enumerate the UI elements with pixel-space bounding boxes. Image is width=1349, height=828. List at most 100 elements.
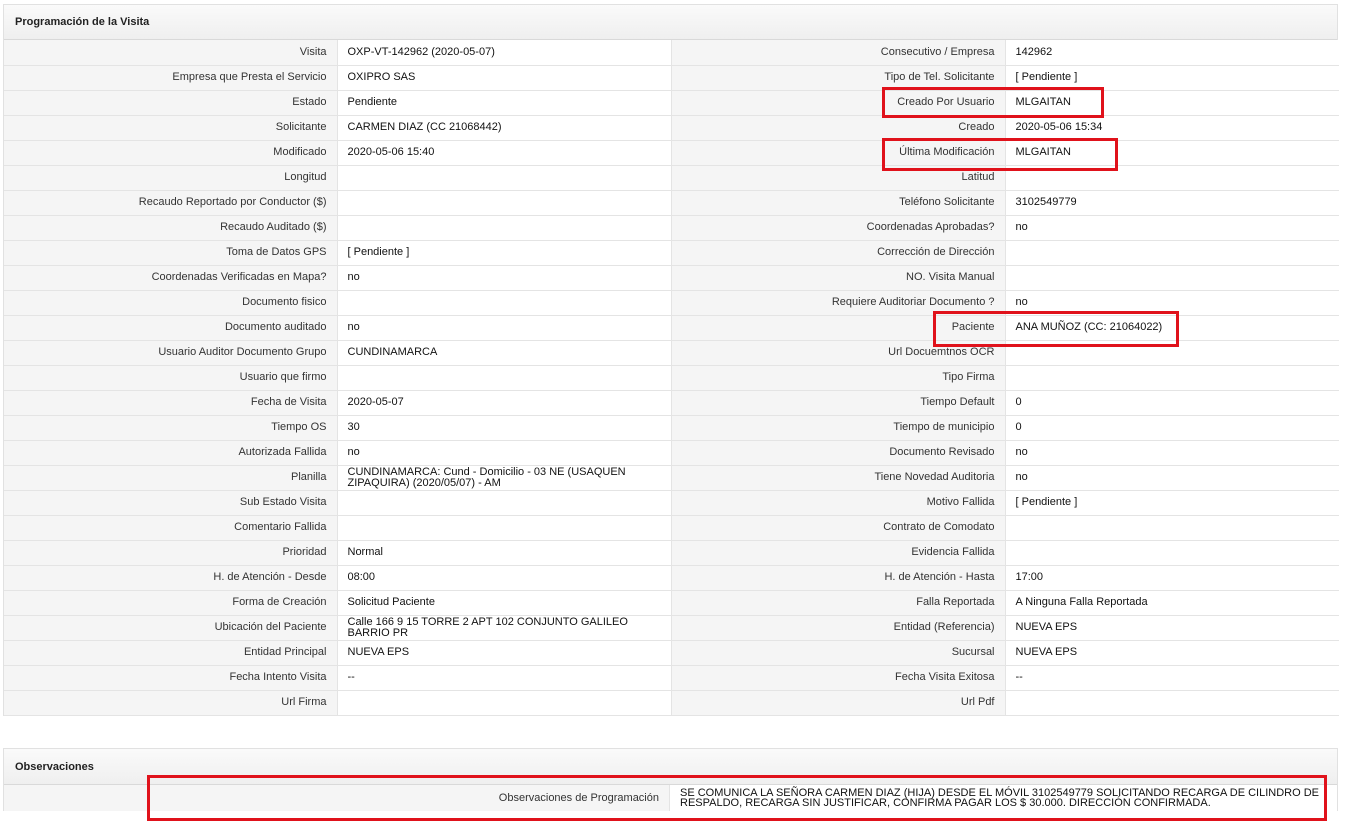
field-label: Tiempo de municipio (671, 415, 1006, 441)
field-label: Comentario Fallida (4, 515, 338, 541)
field-label: Usuario que firmo (4, 365, 338, 391)
field-value (337, 515, 672, 541)
field-label: Solicitante (4, 115, 338, 141)
field-value: Pendiente (337, 90, 672, 116)
field-value: 2020-05-07 (337, 390, 672, 416)
field-label: Recaudo Auditado ($) (4, 215, 338, 241)
field-label: Longitud (4, 165, 338, 191)
programacion-visita-panel: Programación de la Visita Visita OXP-VT-1… (3, 4, 1339, 716)
field-value (337, 165, 672, 191)
field-label: Tiene Novedad Auditoria (671, 465, 1006, 491)
table-row: Fecha de Visita 2020-05-07 Tiempo Default… (4, 390, 1339, 416)
field-value: NUEVA EPS (337, 640, 672, 666)
field-value (337, 190, 672, 216)
field-label: Entidad Principal (4, 640, 338, 666)
field-label: Url Docuemtnos OCR (671, 340, 1006, 366)
field-value: 30 (337, 415, 672, 441)
table-row: Fecha Intento Visita -- Fecha Visita Exit… (4, 665, 1339, 691)
field-value: 142962 (1005, 40, 1339, 66)
table-row: Recaudo Auditado ($) Coordenadas Aprobada… (4, 215, 1339, 241)
field-label: Url Pdf (671, 690, 1006, 716)
table-row: Comentario Fallida Contrato de Comodato (4, 515, 1339, 541)
field-label: Paciente (671, 315, 1006, 341)
field-value: [ Pendiente ] (1005, 65, 1339, 91)
field-label: Tiempo OS (4, 415, 338, 441)
table-row: Autorizada Fallida no Documento Revisado … (4, 440, 1339, 466)
table-row: Toma de Datos GPS[ Pendiente ] Corrección… (4, 240, 1339, 266)
table-row: Recaudo Reportado por Conductor ($) Teléf… (4, 190, 1339, 216)
field-value: Calle 166 9 15 TORRE 2 APT 102 CONJUNTO … (337, 615, 672, 641)
table-row: Tiempo OS 30 Tiempo de municipio 0 (4, 415, 1339, 441)
field-label: Falla Reportada (671, 590, 1006, 616)
field-label: Ubicación del Paciente (4, 615, 338, 641)
field-value: 3102549779 (1005, 190, 1339, 216)
field-label: Planilla (4, 465, 338, 491)
field-value: NUEVA EPS (1005, 615, 1339, 641)
field-label: Documento fisico (4, 290, 338, 316)
field-label: Teléfono Solicitante (671, 190, 1006, 216)
field-value: 0 (1005, 415, 1339, 441)
field-label: Empresa que Presta el Servicio (4, 65, 338, 91)
field-label: NO. Visita Manual (671, 265, 1006, 291)
observaciones-row: Observaciones de Programación SE COMUNIC… (4, 785, 1337, 811)
observaciones-label: Observaciones de Programación (4, 785, 670, 811)
field-value: OXP-VT-142962 (2020-05-07) (337, 40, 672, 66)
field-value: MLGAITAN (1005, 90, 1339, 116)
field-label: H. de Atención - Desde (4, 565, 338, 591)
observaciones-panel: Observaciones Observaciones de Programac… (3, 748, 1338, 811)
table-row: Url Firma Url Pdf (4, 690, 1339, 716)
field-label: Coordenadas Aprobadas? (671, 215, 1006, 241)
table-row: Documento fisico Requiere Auditoriar Docu… (4, 290, 1339, 316)
table-row: Solicitante CARMEN DIAZ (CC 21068442) Crea… (4, 115, 1339, 141)
field-value: 2020-05-06 15:34 (1005, 115, 1339, 141)
field-value (337, 215, 672, 241)
field-value: 0 (1005, 390, 1339, 416)
field-value: -- (1005, 665, 1339, 691)
field-label: Autorizada Fallida (4, 440, 338, 466)
field-label: Estado (4, 90, 338, 116)
field-value: -- (337, 665, 672, 691)
field-value (1005, 690, 1339, 716)
observaciones-value: SE COMUNICA LA SEÑORA CARMEN DIAZ (HIJA)… (669, 785, 1337, 811)
field-label: Última Modificación (671, 140, 1006, 166)
field-value: A Ninguna Falla Reportada (1005, 590, 1339, 616)
field-value: no (1005, 465, 1339, 491)
field-value (1005, 165, 1339, 191)
field-value (1005, 240, 1339, 266)
field-label: Usuario Auditor Documento Grupo (4, 340, 338, 366)
field-label: Tipo de Tel. Solicitante (671, 65, 1006, 91)
field-value (337, 290, 672, 316)
field-value: no (337, 315, 672, 341)
table-row: Ubicación del Paciente Calle 166 9 15 TOR… (4, 615, 1339, 641)
field-value: OXIPRO SAS (337, 65, 672, 91)
section-title-visita: Programación de la Visita (4, 5, 1337, 40)
field-label: Tiempo Default (671, 390, 1006, 416)
field-label: Tipo Firma (671, 365, 1006, 391)
table-row: Prioridad Normal Evidencia Fallida (4, 540, 1339, 566)
table-row: Forma de Creación Solicitud Paciente Falla… (4, 590, 1339, 616)
field-value (1005, 340, 1339, 366)
field-label: Prioridad (4, 540, 338, 566)
field-value: NUEVA EPS (1005, 640, 1339, 666)
field-label: Consecutivo / Empresa (671, 40, 1006, 66)
field-label: Fecha de Visita (4, 390, 338, 416)
table-row: Empresa que Presta el Servicio OXIPRO SAS… (4, 65, 1339, 91)
field-label: Contrato de Comodato (671, 515, 1006, 541)
field-value: ANA MUÑOZ (CC: 21064022) (1005, 315, 1339, 341)
field-label: Latitud (671, 165, 1006, 191)
field-label: Evidencia Fallida (671, 540, 1006, 566)
table-row: Coordenadas Verificadas en Mapa? no NO. V… (4, 265, 1339, 291)
field-value: no (337, 440, 672, 466)
table-row: Usuario Auditor Documento Grupo CUNDINAMA… (4, 340, 1339, 366)
field-value: no (337, 265, 672, 291)
field-value (337, 690, 672, 716)
field-label: Sucursal (671, 640, 1006, 666)
field-value: MLGAITAN (1005, 140, 1339, 166)
field-label: Forma de Creación (4, 590, 338, 616)
table-row: Visita OXP-VT-142962 (2020-05-07) Consecut… (4, 40, 1339, 66)
field-value (1005, 365, 1339, 391)
field-label: Entidad (Referencia) (671, 615, 1006, 641)
table-row: Planilla CUNDINAMARCA: Cund - Domicilio -… (4, 465, 1339, 491)
table-row: Usuario que firmo Tipo Firma (4, 365, 1339, 391)
field-value (1005, 515, 1339, 541)
